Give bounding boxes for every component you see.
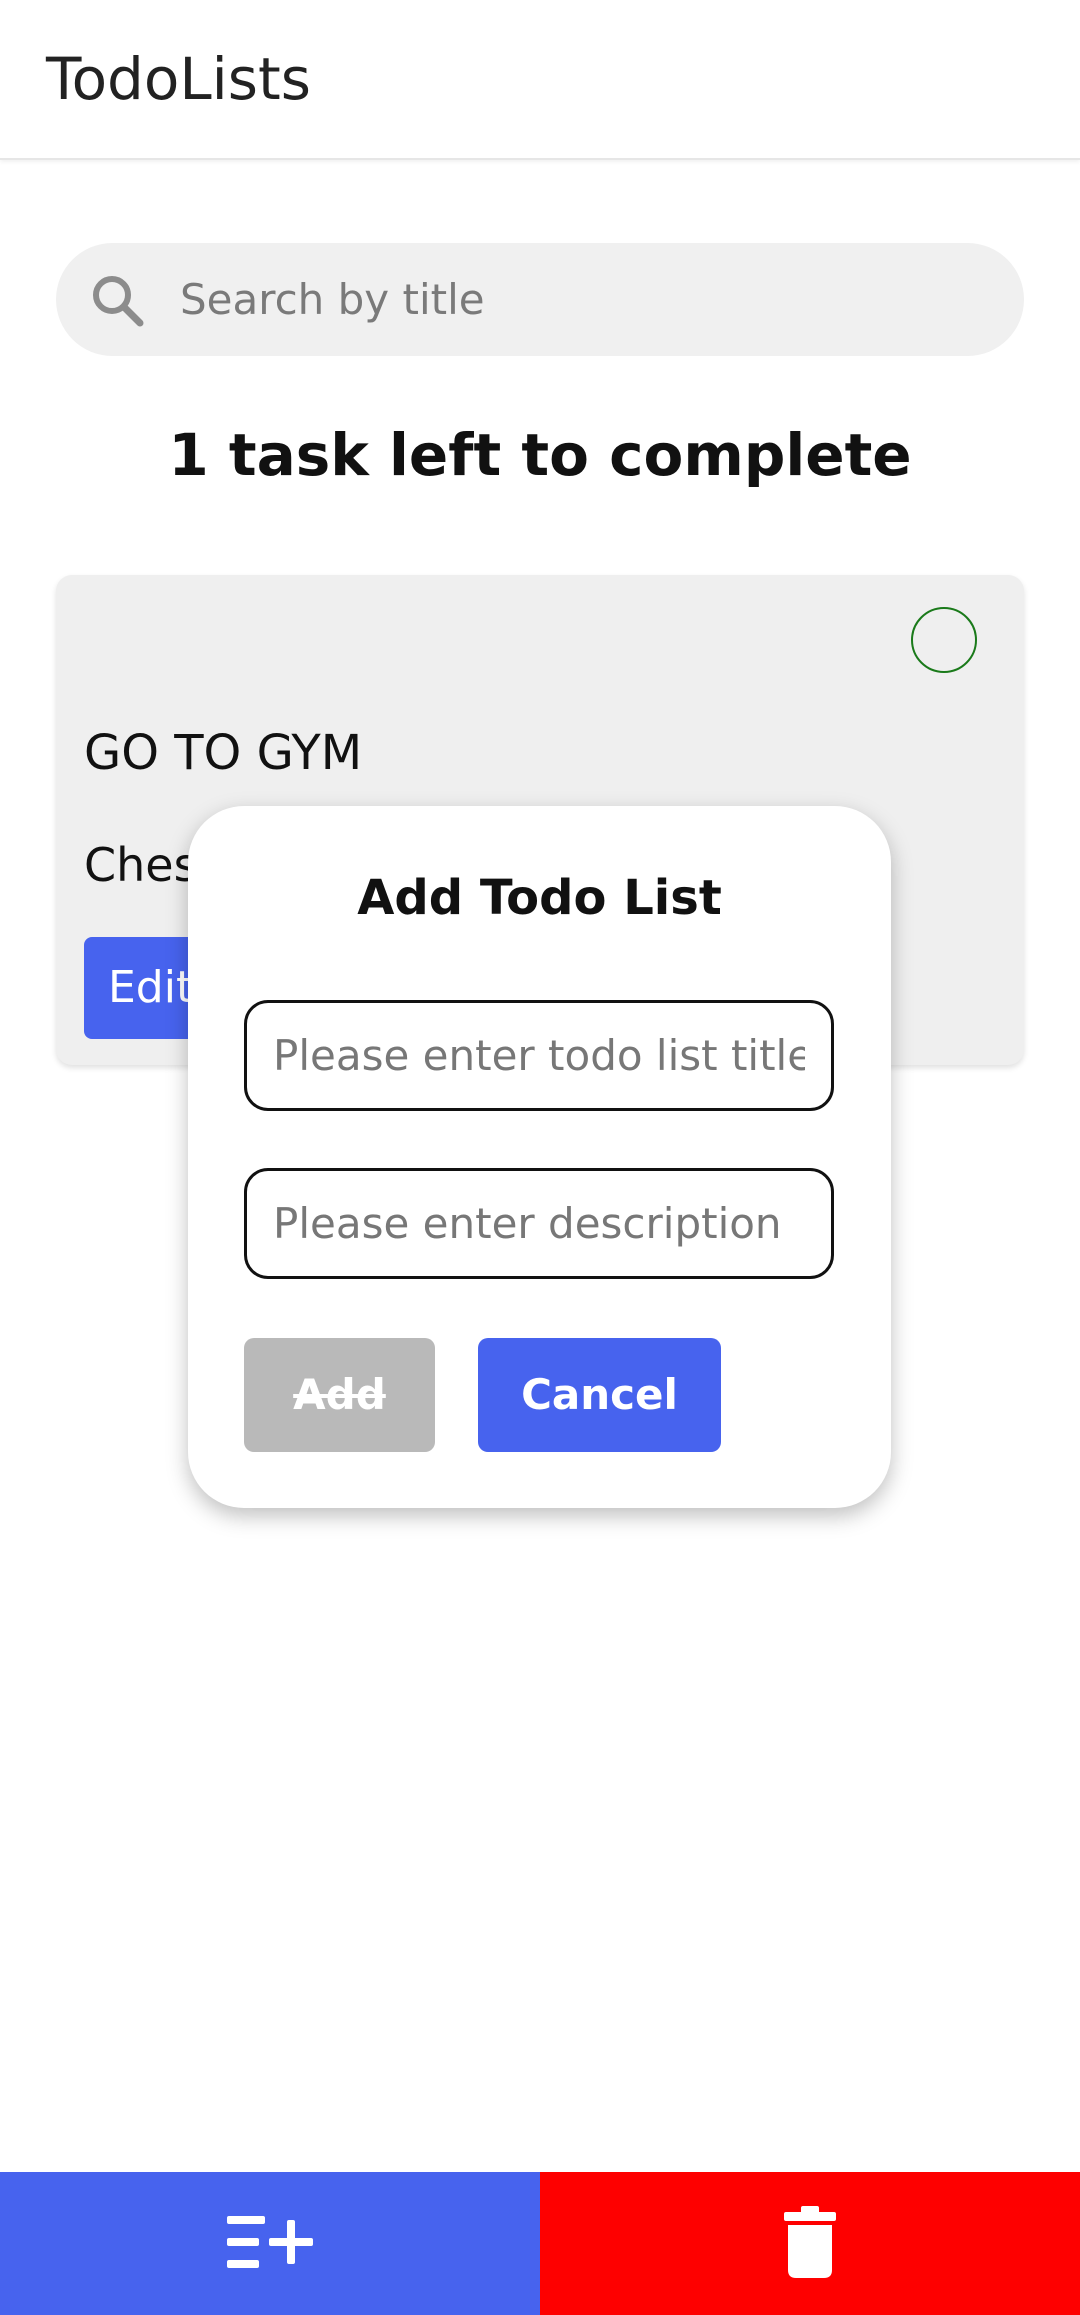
trash-icon [784, 2206, 836, 2278]
delete-all-button[interactable] [540, 2172, 1080, 2315]
complete-toggle[interactable] [911, 607, 977, 673]
search-bar[interactable] [56, 243, 1024, 356]
cancel-button[interactable]: Cancel [478, 1338, 721, 1452]
todo-title-field[interactable] [244, 1000, 834, 1111]
dialog-title: Add Todo List [357, 870, 722, 926]
todo-title: GO TO GYM [84, 725, 363, 781]
app-header: TodoLists [0, 0, 1080, 160]
tasks-left-summary: 1 task left to complete [168, 421, 912, 489]
add-todo-dialog: Add Todo List Add Cancel [188, 806, 891, 1508]
search-icon [93, 276, 144, 327]
app-title: TodoLists [46, 45, 311, 113]
todo-description: Ches [84, 838, 198, 892]
search-input[interactable] [180, 243, 980, 356]
add-list-button[interactable] [0, 2172, 540, 2315]
todo-description-field[interactable] [244, 1168, 834, 1279]
add-button[interactable]: Add [244, 1338, 435, 1452]
playlist-add-icon [227, 2216, 313, 2268]
bottom-bar [0, 2172, 1080, 2315]
